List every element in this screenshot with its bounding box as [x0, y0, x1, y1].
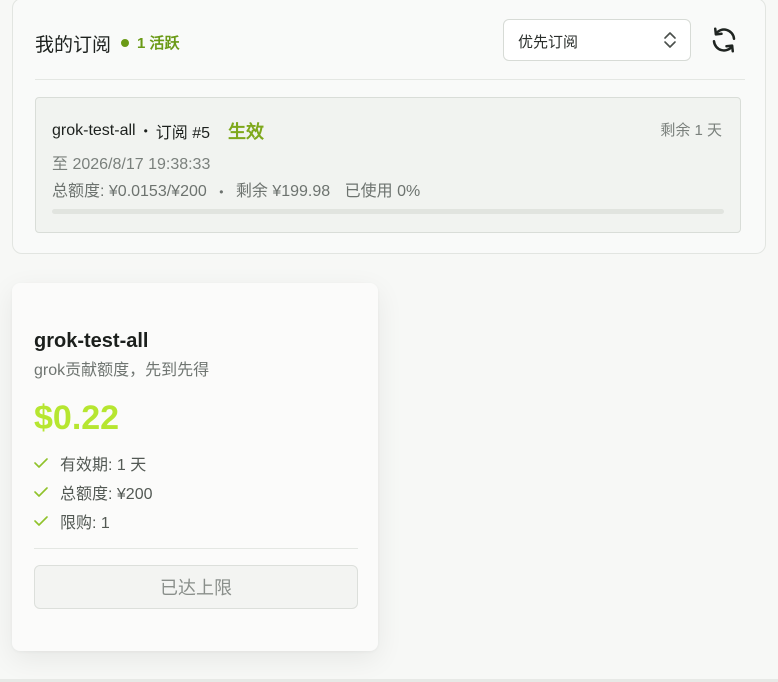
- feature-item: 有效期: 1 天: [34, 448, 153, 477]
- subscription-name-row: grok-test-all • 订阅 #5 生效: [52, 118, 264, 144]
- chevron-up-down-icon: [664, 32, 676, 48]
- feature-label: 有效期: 1 天: [60, 456, 147, 474]
- plan-price: $0.22: [34, 399, 120, 437]
- limit-reached-button[interactable]: 已达上限: [34, 565, 358, 609]
- subscription-item[interactable]: grok-test-all • 订阅 #5 生效 剩余 1 天 至 2026/8…: [35, 97, 741, 233]
- feature-item: 总额度: ¥200: [34, 477, 153, 506]
- active-count-label: 1 活跃: [137, 35, 180, 52]
- status-badge: 生效: [228, 122, 265, 142]
- quota-row: 总额度: ¥0.0153/¥200 • 剩余 ¥199.98 已使用 0%: [52, 177, 420, 201]
- feature-label: 限购: 1: [60, 514, 110, 532]
- header-divider: [35, 79, 745, 80]
- subscription-id: 订阅 #5: [155, 125, 211, 142]
- active-count-badge: 1 活跃: [121, 32, 180, 53]
- subscription-name: grok-test-all: [52, 122, 136, 139]
- plan-card: grok-test-all grok贡献额度，先到先得 $0.22 有效期: 1…: [12, 283, 378, 651]
- subscription-separator: •: [143, 124, 148, 138]
- feature-item: 限购: 1: [34, 506, 153, 535]
- subscriptions-header: 我的订阅 1 活跃 优先订阅: [35, 19, 743, 63]
- check-icon: [34, 486, 48, 497]
- remaining-amount: 剩余 ¥199.98: [235, 183, 331, 200]
- quota-separator: •: [219, 185, 224, 199]
- feature-label: 总额度: ¥200: [60, 485, 153, 503]
- plan-name: grok-test-all: [34, 330, 149, 352]
- expiry-date: 至 2026/8/17 19:38:33: [52, 156, 211, 173]
- plan-features: 有效期: 1 天 总额度: ¥200 限购: 1: [34, 448, 153, 535]
- my-subscriptions-card: 我的订阅 1 活跃 优先订阅 grok-test-all • 订阅 #5 生效 …: [12, 0, 766, 254]
- refresh-icon[interactable]: [709, 25, 739, 55]
- subscriptions-title: 我的订阅: [35, 35, 112, 56]
- total-quota: 总额度: ¥0.0153/¥200: [52, 183, 207, 200]
- sort-select[interactable]: 优先订阅: [503, 19, 691, 61]
- active-dot-icon: [121, 38, 129, 47]
- remaining-days: 剩余 1 天: [660, 122, 722, 139]
- usage-progress-bar: [52, 209, 724, 214]
- check-icon: [34, 515, 48, 526]
- check-icon: [34, 457, 48, 468]
- sort-select-value: 优先订阅: [518, 34, 579, 51]
- plan-divider: [34, 548, 358, 549]
- plan-description: grok贡献额度，先到先得: [34, 362, 210, 379]
- used-percent: 已使用 0%: [344, 183, 421, 200]
